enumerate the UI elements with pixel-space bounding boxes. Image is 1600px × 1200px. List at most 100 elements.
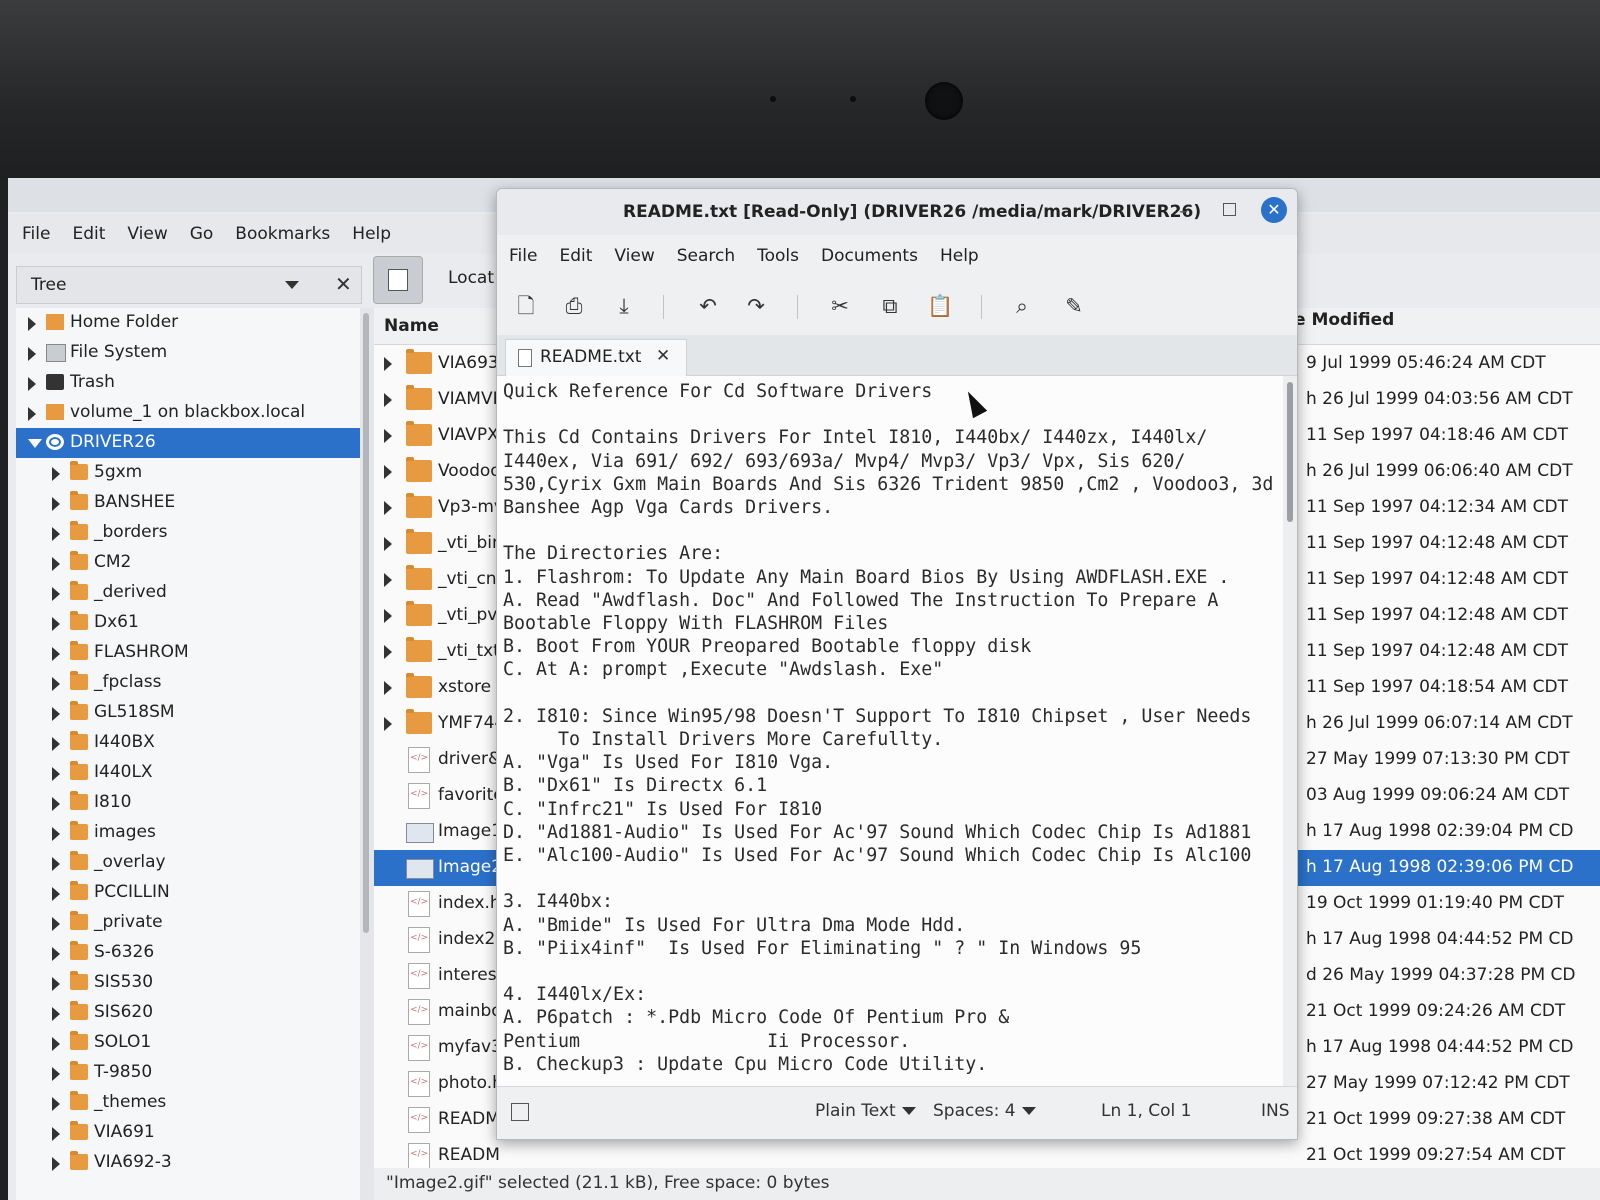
expander-icon[interactable] [52,617,60,631]
side-panel-icon[interactable] [511,1103,529,1121]
tree-item[interactable]: FLASHROM [16,638,360,668]
editor-menu-documents[interactable]: Documents [821,246,918,266]
copy-icon[interactable]: ⧉ [877,293,903,319]
cut-icon[interactable]: ✂ [827,293,853,319]
expander-icon[interactable] [52,977,60,991]
file-row[interactable]: READM 21 Oct 1999 09:27:54 AM CDT [374,1138,1600,1168]
tree-item[interactable]: VIA691 [16,1118,360,1148]
tree-item[interactable]: S-6326 [16,938,360,968]
expander-icon[interactable] [52,497,60,511]
save-icon[interactable]: ⤓ [611,293,637,319]
expander-icon[interactable] [52,1007,60,1021]
tree-item[interactable]: _derived [16,578,360,608]
tree-item[interactable]: SIS620 [16,998,360,1028]
expander-icon[interactable] [52,707,60,721]
expander-icon[interactable] [28,317,36,331]
expander-icon[interactable] [52,557,60,571]
expander-icon[interactable] [384,573,392,587]
tree-item[interactable]: T-9850 [16,1058,360,1088]
tree-item[interactable]: _private [16,908,360,938]
tree-item[interactable]: CM2 [16,548,360,578]
expander-icon[interactable] [52,1157,60,1171]
expander-icon[interactable] [52,527,60,541]
scrollbar-thumb[interactable] [1287,382,1293,522]
column-name[interactable]: Name [384,316,439,336]
expander-icon[interactable] [384,537,392,551]
expander-icon[interactable] [52,647,60,661]
expander-icon[interactable] [52,1067,60,1081]
paste-icon[interactable]: 📋 [927,293,953,319]
tree-item[interactable]: Home Folder [16,308,360,338]
tree-item[interactable]: I810 [16,788,360,818]
tree-item[interactable]: images [16,818,360,848]
menu-edit[interactable]: Edit [72,224,105,244]
expander-icon[interactable] [52,1097,60,1111]
expander-icon[interactable] [28,407,36,421]
expander-icon[interactable] [384,609,392,623]
expander-icon[interactable] [52,677,60,691]
chevron-down-icon[interactable] [285,281,299,289]
editor-scrollbar[interactable] [1283,376,1297,1086]
editor-titlebar[interactable]: README.txt [Read-Only] (DRIVER26 /media/… [497,189,1297,235]
tree-item[interactable]: File System [16,338,360,368]
expander-icon[interactable] [384,357,392,371]
open-icon[interactable]: ⎙ [561,293,587,319]
expander-icon[interactable] [384,645,392,659]
tree-item[interactable]: volume_1 on blackbox.local [16,398,360,428]
tab-readme[interactable]: README.txt ✕ [505,339,687,376]
column-modified[interactable]: e Modified [1294,310,1394,330]
maximize-icon[interactable] [1223,203,1236,216]
editor-menu-help[interactable]: Help [940,246,979,266]
syntax-selector[interactable]: Plain Text [815,1101,916,1121]
menu-view[interactable]: View [127,224,167,244]
menu-file[interactable]: File [22,224,50,244]
expander-icon[interactable] [52,857,60,871]
tree-item[interactable]: I440LX [16,758,360,788]
tree-item[interactable]: DRIVER26 [16,428,360,458]
new-document-icon[interactable]: 🗋 [513,293,539,319]
expander-icon[interactable] [52,947,60,961]
expander-icon[interactable] [52,467,60,481]
close-tab-icon[interactable]: ✕ [656,346,670,366]
expander-icon[interactable] [52,737,60,751]
close-icon[interactable]: ✕ [335,272,352,296]
editor-menu-search[interactable]: Search [677,246,735,266]
expander-icon[interactable] [52,1037,60,1051]
tree-item[interactable]: Dx61 [16,608,360,638]
expander-icon[interactable] [52,767,60,781]
editor-menu-edit[interactable]: Edit [559,246,592,266]
minimize-icon[interactable]: – [1179,201,1188,222]
tree-scrollbar[interactable] [363,313,369,933]
editor-text-area[interactable]: Quick Reference For Cd Software Drivers … [497,376,1285,1086]
tree-item[interactable]: 5gxm [16,458,360,488]
menu-help[interactable]: Help [352,224,391,244]
expander-icon[interactable] [384,681,392,695]
editor-menu-view[interactable]: View [614,246,654,266]
tree-item[interactable]: I440BX [16,728,360,758]
menu-go[interactable]: Go [190,224,214,244]
expander-icon[interactable] [384,717,392,731]
tree-item[interactable]: VIA692-3 [16,1148,360,1178]
indent-selector[interactable]: Spaces: 4 [933,1101,1036,1121]
expander-icon[interactable] [52,887,60,901]
redo-icon[interactable]: ↷ [743,293,769,319]
menu-bookmarks[interactable]: Bookmarks [235,224,330,244]
tree-item[interactable]: SOLO1 [16,1028,360,1058]
expander-icon[interactable] [52,1127,60,1141]
side-pane-selector[interactable]: Tree ✕ [16,266,362,304]
editor-menu-file[interactable]: File [509,246,537,266]
search-replace-icon[interactable]: ✎ [1061,293,1087,319]
expander-open-icon[interactable] [28,439,42,448]
expander-icon[interactable] [52,827,60,841]
tree-item[interactable]: _overlay [16,848,360,878]
toggle-location-button[interactable] [373,256,423,304]
expander-icon[interactable] [384,393,392,407]
expander-icon[interactable] [52,917,60,931]
expander-icon[interactable] [52,587,60,601]
expander-icon[interactable] [384,465,392,479]
tree-item[interactable]: GL518SM [16,698,360,728]
expander-icon[interactable] [384,501,392,515]
tree-item[interactable]: _borders [16,518,360,548]
expander-icon[interactable] [52,797,60,811]
expander-icon[interactable] [28,347,36,361]
